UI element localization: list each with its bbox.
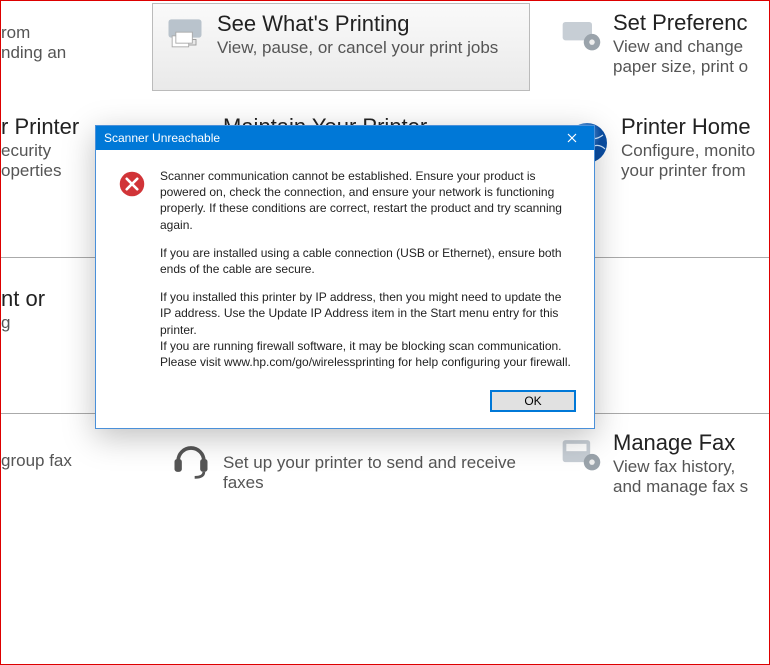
printer-queue-icon — [163, 12, 207, 56]
tile-desc: View and change paper size, print o — [613, 37, 748, 76]
dialog-title: Scanner Unreachable — [104, 126, 220, 150]
tile-printer-home[interactable]: Printer Home Configure, monito your prin… — [611, 107, 770, 190]
dialog-message: Scanner communication cannot be establis… — [160, 168, 572, 370]
headset-icon — [169, 437, 213, 481]
error-icon — [118, 170, 146, 198]
tile-set-preferences[interactable]: Set Preferenc View and change paper size… — [549, 3, 770, 86]
tile-see-whats-printing[interactable]: See What's Printing View, pause, or canc… — [152, 3, 530, 91]
fax-gear-icon — [559, 431, 603, 475]
dialog-p3: If you installed this printer by IP addr… — [160, 289, 572, 338]
dialog-titlebar[interactable]: Scanner Unreachable — [96, 126, 594, 150]
tile-fax-setup[interactable]: Set up your printer to send and receive … — [159, 429, 529, 502]
close-button[interactable] — [550, 126, 594, 150]
tile-desc: Configure, monito your printer from — [621, 141, 770, 180]
tile-title: See What's Printing — [217, 12, 498, 36]
cell-text: nding an — [1, 43, 101, 63]
error-dialog: Scanner Unreachable Scanner communicatio… — [95, 125, 595, 429]
cell-text: rom — [1, 23, 101, 43]
tile-desc: Set up your printer to send and receive … — [223, 453, 519, 492]
tile-title: Printer Home — [621, 115, 770, 139]
tile-title: nt or — [1, 287, 101, 311]
grid-cell-partial-left-1[interactable]: rom nding an — [0, 15, 111, 72]
tile-desc: ecurity operties — [1, 141, 101, 180]
tile-desc: group fax — [1, 451, 101, 471]
tile-desc: g — [1, 313, 101, 333]
grid-cell-partial-left-4[interactable]: group fax — [0, 443, 111, 481]
printer-gear-icon — [559, 11, 603, 55]
dialog-p2: If you are installed using a cable conne… — [160, 245, 572, 277]
ok-button[interactable]: OK — [490, 390, 576, 412]
tile-title: Manage Fax — [613, 431, 748, 455]
tile-desc: View fax history, and manage fax s — [613, 457, 748, 496]
dialog-p4: If you are running firewall software, it… — [160, 338, 572, 370]
tile-title: Set Preferenc — [613, 11, 748, 35]
tile-title: r Printer — [1, 115, 101, 139]
tile-manage-fax[interactable]: Manage Fax View fax history, and manage … — [549, 423, 770, 506]
dialog-p1: Scanner communication cannot be establis… — [160, 168, 572, 233]
tile-desc: View, pause, or cancel your print jobs — [217, 38, 498, 58]
close-icon — [567, 133, 577, 143]
